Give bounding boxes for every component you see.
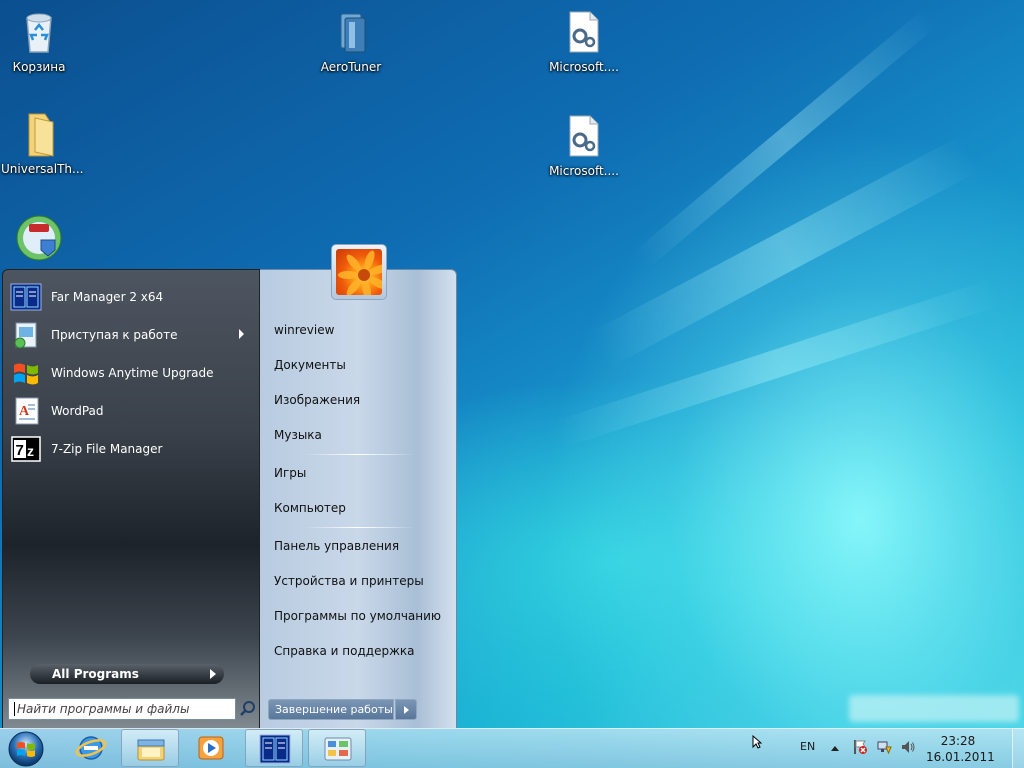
start-menu-places-pane xyxy=(260,269,457,729)
shutdown-button[interactable]: Завершение работы xyxy=(268,699,394,720)
language-indicator[interactable]: EN xyxy=(800,740,815,768)
desktop-icon-microsoft-2[interactable]: Microsoft.... xyxy=(546,112,622,178)
search-icon[interactable] xyxy=(238,699,258,719)
place-control-panel[interactable]: Панель управления xyxy=(274,539,399,553)
show-hidden-icons[interactable] xyxy=(830,742,840,768)
svg-text:z: z xyxy=(27,443,34,459)
desktop-icon-label: Microsoft.... xyxy=(549,164,619,178)
place-games[interactable]: Игры xyxy=(274,466,306,480)
blurred-watermark xyxy=(849,695,1019,722)
desktop-icon-universal-theme[interactable]: UniversalTh... xyxy=(1,110,84,176)
folder-icon xyxy=(15,110,63,158)
program-label: Far Manager 2 x64 xyxy=(51,290,164,304)
place-devices-printers[interactable]: Устройства и принтеры xyxy=(274,574,424,588)
place-default-programs[interactable]: Программы по умолчанию xyxy=(274,609,441,623)
shutdown-label: Завершение работы xyxy=(275,703,393,716)
search-placeholder: Найти программы и файлы xyxy=(17,702,190,716)
7zip-icon: 7 z xyxy=(10,433,42,465)
nsis-installer-icon xyxy=(15,214,63,262)
place-documents[interactable]: Документы xyxy=(274,358,346,372)
desktop-icon-label: AeroTuner xyxy=(320,60,382,74)
program-windows-anytime-upgrade[interactable]: Windows Anytime Upgrade xyxy=(10,355,254,391)
action-center-flag-icon xyxy=(854,740,867,754)
svg-text:A: A xyxy=(19,404,30,419)
program-wordpad[interactable]: A WordPad xyxy=(10,393,254,429)
chevron-up-icon xyxy=(831,746,839,751)
taskbar-clock[interactable]: 23:28 16.01.2011 xyxy=(926,733,995,765)
getting-started-icon xyxy=(10,319,42,351)
program-7zip[interactable]: 7 z 7-Zip File Manager xyxy=(10,431,254,467)
clock-time: 23:28 xyxy=(940,734,976,748)
user-avatar[interactable] xyxy=(331,244,387,300)
tray-network[interactable] xyxy=(876,739,892,768)
recycle-bin-icon xyxy=(15,8,63,56)
desktop-icon-nsis[interactable] xyxy=(1,214,77,266)
language-label: EN xyxy=(800,740,816,753)
place-computer[interactable]: Компьютер xyxy=(274,501,346,515)
program-label: WordPad xyxy=(51,404,104,418)
place-user-folder[interactable]: winreview xyxy=(274,323,334,337)
mouse-cursor-icon xyxy=(752,734,763,752)
all-programs-label: All Programs xyxy=(52,667,139,681)
taskbar-internet-explorer[interactable] xyxy=(62,729,120,767)
submenu-arrow-icon xyxy=(239,329,244,339)
desktop-icon-label: Корзина xyxy=(12,60,66,74)
network-icon xyxy=(877,741,892,755)
program-getting-started[interactable]: Приступая к работе xyxy=(10,317,254,353)
desktop-icon-label: Microsoft.... xyxy=(549,60,619,74)
taskbar-control-panel[interactable] xyxy=(308,729,366,767)
settings-file-icon xyxy=(560,112,608,160)
program-label: Приступая к работе xyxy=(51,328,178,342)
taskbar-far-manager[interactable] xyxy=(245,729,303,767)
search-input[interactable]: Найти программы и файлы xyxy=(8,698,236,720)
control-panel-icon xyxy=(324,737,352,761)
taskbar-media-player[interactable] xyxy=(182,729,240,767)
text-cursor xyxy=(14,702,15,716)
program-label: 7-Zip File Manager xyxy=(51,442,163,456)
desktop-icon-recycle-bin[interactable]: Корзина xyxy=(1,8,77,74)
aerotuner-icon xyxy=(327,8,375,56)
separator xyxy=(303,527,415,528)
desktop-icon-aerotuner[interactable]: AeroTuner xyxy=(313,8,389,74)
settings-file-icon xyxy=(560,8,608,56)
show-desktop-button[interactable] xyxy=(1012,728,1024,768)
media-player-icon xyxy=(198,736,224,760)
speaker-icon xyxy=(902,741,915,753)
internet-explorer-icon xyxy=(75,736,107,760)
all-programs-button[interactable]: All Programs xyxy=(30,664,224,684)
shutdown-options-arrow-icon[interactable] xyxy=(395,699,417,720)
far-manager-icon xyxy=(259,734,291,764)
program-label: Windows Anytime Upgrade xyxy=(51,366,214,380)
place-pictures[interactable]: Изображения xyxy=(274,393,360,407)
tray-action-center[interactable] xyxy=(852,739,868,768)
wordpad-icon: A xyxy=(10,395,42,427)
separator xyxy=(303,454,415,455)
arrow-right-icon xyxy=(210,669,216,679)
far-manager-icon xyxy=(10,281,42,313)
start-menu: Far Manager 2 x64 Приступая к работе Win… xyxy=(0,244,457,729)
taskbar-explorer[interactable] xyxy=(121,729,179,767)
program-far-manager[interactable]: Far Manager 2 x64 xyxy=(10,279,254,315)
svg-text:7: 7 xyxy=(16,442,24,459)
start-button[interactable] xyxy=(6,730,46,768)
desktop-icon-microsoft-1[interactable]: Microsoft.... xyxy=(546,8,622,74)
place-music[interactable]: Музыка xyxy=(274,428,322,442)
desktop-icon-label: UniversalTh... xyxy=(1,162,84,176)
explorer-folders-icon xyxy=(137,739,165,761)
place-help-support[interactable]: Справка и поддержка xyxy=(274,644,415,658)
clock-date: 16.01.2011 xyxy=(926,750,995,764)
windows-flag-icon xyxy=(10,357,42,389)
tray-volume[interactable] xyxy=(900,739,916,768)
flower-picture-icon xyxy=(336,249,382,295)
